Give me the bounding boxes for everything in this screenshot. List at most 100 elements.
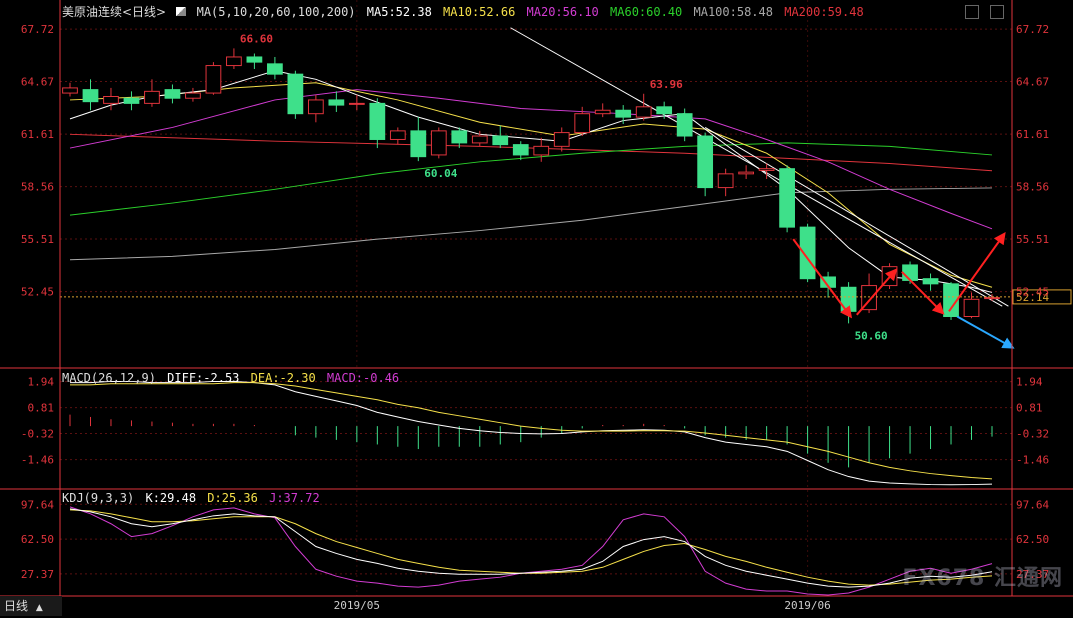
candle-body: [348, 102, 365, 105]
candle-body: [267, 63, 283, 75]
candle: [246, 53, 263, 69]
ma100-value: MA100:58.48: [693, 5, 773, 19]
candle: [205, 62, 222, 95]
candle-body: [226, 56, 242, 67]
price-tick-right: 61.61: [1016, 128, 1049, 141]
candle-body: [738, 171, 755, 175]
candle: [512, 141, 529, 161]
restore-icon[interactable]: [965, 5, 979, 19]
candle-body: [717, 173, 734, 189]
candle: [738, 165, 755, 179]
macd-tick-left: 0.81: [28, 402, 55, 415]
dea-value: DEA:-2.30: [250, 371, 316, 385]
candle-body: [144, 90, 160, 104]
dea-line: [70, 382, 993, 480]
price-tick-right: 64.67: [1016, 76, 1049, 89]
macd-tick-left: -0.32: [21, 427, 54, 440]
d-value: D:25.36: [207, 491, 258, 505]
price-panel: 52.1466.6063.9660.0450.60: [60, 27, 1072, 349]
ma60-line: [69, 142, 993, 216]
candle: [963, 292, 980, 319]
candle-body: [307, 99, 324, 115]
candle: [430, 127, 447, 159]
j-line: [69, 506, 993, 596]
period-tab-label: 日线: [4, 599, 29, 613]
candle: [307, 94, 324, 123]
price-annotation: 63.96: [650, 78, 683, 91]
price-tick-left: 67.72: [21, 23, 54, 36]
candle-body: [553, 132, 570, 147]
price-tick-left: 55.51: [21, 233, 54, 246]
candle: [369, 98, 386, 149]
candle-body: [205, 65, 222, 94]
candle: [533, 137, 550, 162]
candle: [553, 127, 570, 152]
k-value: K:29.48: [145, 491, 197, 505]
price-tick-left: 61.61: [21, 128, 54, 141]
macd-tick-right: -1.46: [1016, 454, 1049, 467]
candle: [267, 56, 283, 80]
candle-body: [82, 89, 99, 103]
candle-body: [758, 168, 775, 171]
ma5-value: MA5:52.38: [366, 5, 432, 19]
candle-body: [615, 109, 632, 118]
candle: [922, 273, 939, 291]
macd-value: MACD:-0.46: [326, 371, 400, 385]
candle: [779, 165, 795, 233]
candle-body: [594, 109, 611, 115]
candle: [594, 103, 611, 118]
kdj-tick-left: 97.64: [21, 498, 54, 511]
candle: [328, 91, 345, 112]
candle-body: [287, 73, 304, 115]
candle-body: [103, 96, 119, 104]
ma200-value: MA200:59.48: [784, 5, 864, 19]
candle-body: [451, 130, 468, 144]
candle-body: [984, 297, 1000, 300]
candle: [185, 87, 201, 102]
x-tick-label: 2019/05: [334, 599, 380, 612]
main-legend: 美原油连续<日线> MA(5,10,20,60,100,200) MA5:52.…: [62, 3, 864, 20]
candle: [615, 105, 632, 124]
maximize-icon[interactable]: [990, 5, 1004, 19]
candle-body: [369, 102, 386, 140]
ma10-line: [69, 82, 993, 288]
candle-body: [676, 113, 693, 137]
candle-body: [471, 135, 488, 144]
ma20-line: [69, 89, 993, 230]
price-annotation: 66.60: [240, 32, 273, 45]
trend-arrow-red: [901, 271, 945, 315]
candle: [676, 108, 693, 142]
candle: [697, 132, 714, 197]
price-tick-right: 52.45: [1016, 286, 1049, 299]
candle: [144, 79, 160, 107]
j-value: J:37.72: [269, 491, 320, 505]
ma20-value: MA20:56.10: [526, 5, 599, 19]
kdj-prefix: KDJ(9,3,3): [62, 491, 135, 505]
ma-toggle-icon[interactable]: [176, 7, 187, 16]
kdj-panel: [69, 506, 993, 596]
candle-body: [533, 145, 550, 156]
caret-up-icon: ▲: [35, 603, 43, 613]
candle-body: [656, 106, 673, 115]
candle-body: [164, 89, 181, 99]
kdj-tick-left: 27.37: [21, 568, 54, 581]
candle: [82, 79, 99, 111]
candle: [62, 82, 78, 97]
macd-tick-left: -1.46: [21, 454, 54, 467]
candle: [164, 84, 181, 104]
candle-body: [123, 97, 140, 104]
k-line: [69, 508, 993, 588]
candle-body: [410, 130, 427, 158]
macd-tick-left: 1.94: [28, 376, 55, 389]
price-tick-right: 55.51: [1016, 233, 1049, 246]
macd-prefix: MACD(26,12,9): [62, 371, 156, 385]
price-tick-right: 58.56: [1016, 181, 1049, 194]
kdj-tick-right: 97.64: [1016, 498, 1049, 511]
candle-body: [62, 87, 78, 94]
candle-body: [922, 278, 939, 285]
macd-legend: MACD(26,12,9) DIFF:-2.53 DEA:-2.30 MACD:…: [62, 371, 399, 385]
price-tick-left: 64.67: [21, 76, 54, 89]
period-tab[interactable]: 日线 ▲: [0, 596, 62, 616]
candle-body: [492, 135, 509, 146]
candle-body: [779, 168, 795, 228]
